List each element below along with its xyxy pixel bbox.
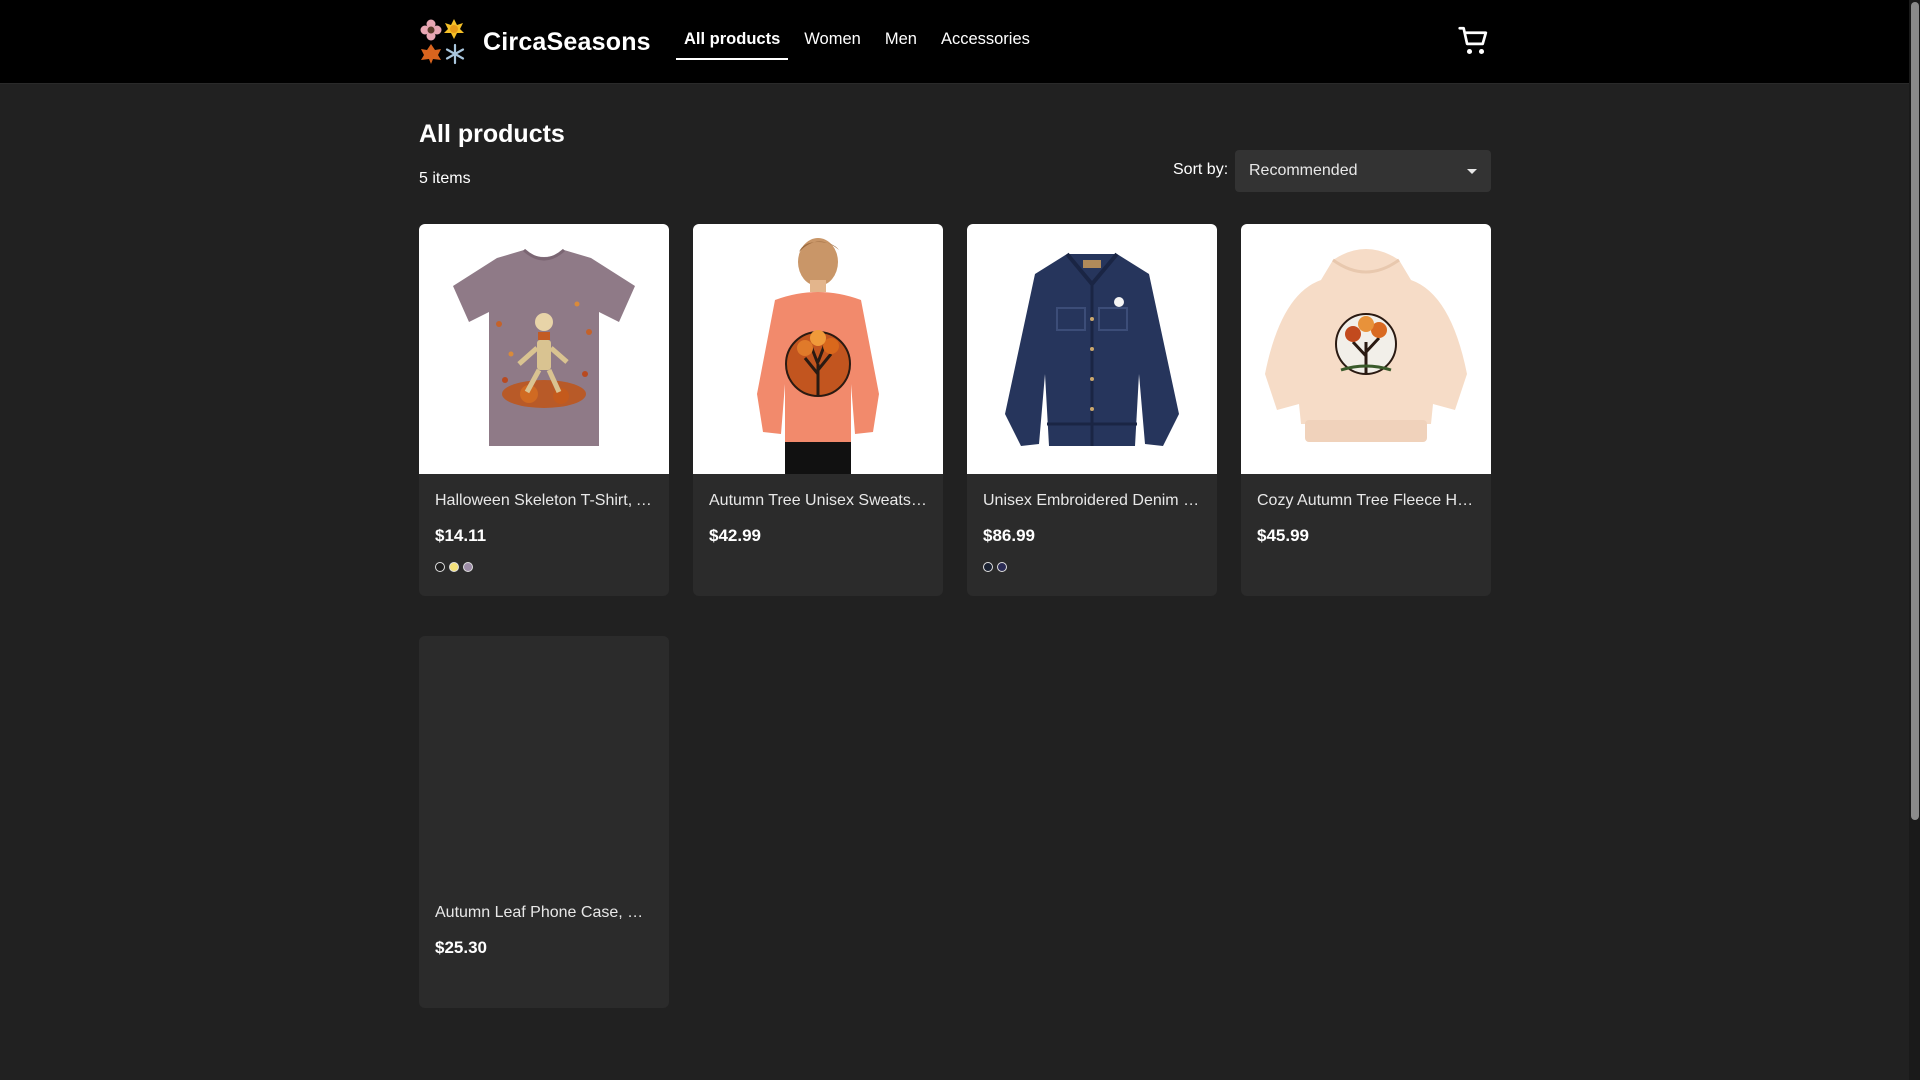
product-image <box>1241 224 1491 474</box>
skeleton-tshirt-image <box>453 248 635 446</box>
product-image <box>419 224 669 474</box>
color-swatch[interactable] <box>435 562 445 572</box>
shopping-cart-icon[interactable] <box>1456 23 1492 59</box>
caret-down-icon <box>1467 168 1477 174</box>
sort-select[interactable]: Recommended <box>1235 150 1491 192</box>
seasons-logo-icon <box>420 19 465 65</box>
product-card[interactable]: Unisex Embroidered Denim J... $86.99 <box>967 224 1217 596</box>
product-price: $25.30 <box>435 938 487 957</box>
site-header: CircaSeasons All products Women Men Acce… <box>0 0 1909 84</box>
color-swatch[interactable] <box>997 562 1007 572</box>
product-title[interactable]: Cozy Autumn Tree Fleece Ho... <box>1257 492 1475 510</box>
product-title[interactable]: Unisex Embroidered Denim J... <box>983 492 1201 510</box>
sort-label: Sort by: <box>1173 161 1229 178</box>
product-price: $45.99 <box>1257 526 1309 545</box>
item-count: 5 items <box>419 170 471 187</box>
product-image-placeholder <box>419 636 669 886</box>
color-swatch[interactable] <box>463 562 473 572</box>
nav-men[interactable]: Men <box>877 22 925 60</box>
brand-name: CircaSeasons <box>483 27 651 56</box>
main-nav: All products Women Men Accessories <box>676 22 1046 60</box>
color-swatches <box>983 562 1007 572</box>
product-card[interactable]: Cozy Autumn Tree Fleece Ho... $45.99 <box>1241 224 1491 596</box>
product-image <box>693 224 943 474</box>
nav-all-products[interactable]: All products <box>676 22 789 60</box>
product-title[interactable]: Autumn Leaf Phone Case, M... <box>435 904 653 922</box>
brand-link[interactable]: CircaSeasons <box>419 18 651 66</box>
color-swatch[interactable] <box>983 562 993 572</box>
product-title[interactable]: Halloween Skeleton T-Shirt, A... <box>435 492 653 510</box>
color-swatch[interactable] <box>449 562 459 572</box>
scrollbar-thumb[interactable] <box>1911 2 1919 820</box>
product-card[interactable]: Halloween Skeleton T-Shirt, A... $14.11 <box>419 224 669 596</box>
denim-jacket-image <box>1005 252 1179 446</box>
product-title[interactable]: Autumn Tree Unisex Sweatsh... <box>709 492 927 510</box>
nav-women[interactable]: Women <box>796 22 869 60</box>
product-price: $86.99 <box>983 526 1035 545</box>
sort-selected-value: Recommended <box>1249 162 1358 179</box>
product-price: $14.11 <box>435 526 487 545</box>
autumn-tree-hoodie-image <box>1265 249 1467 442</box>
product-card[interactable]: Autumn Leaf Phone Case, M... $25.30 <box>419 636 669 1008</box>
product-image <box>967 224 1217 474</box>
product-price: $42.99 <box>709 526 761 545</box>
color-swatches <box>435 562 473 572</box>
autumn-tree-sweatshirt-image <box>757 238 879 474</box>
page-title: All products <box>419 120 565 148</box>
product-card[interactable]: Autumn Tree Unisex Sweatsh... $42.99 <box>693 224 943 596</box>
nav-accessories[interactable]: Accessories <box>933 22 1038 60</box>
